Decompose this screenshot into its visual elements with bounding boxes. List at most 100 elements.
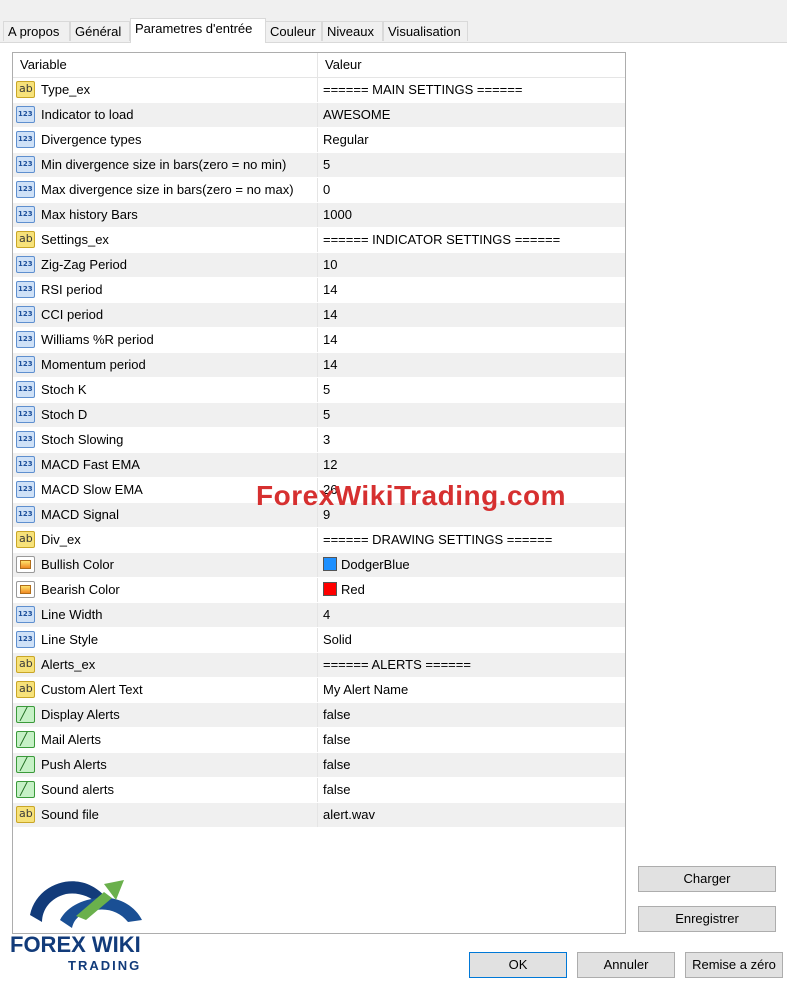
value-cell[interactable]: ====== ALERTS ====== xyxy=(323,653,623,677)
number-type-icon xyxy=(16,356,35,373)
value-text: Solid xyxy=(323,632,352,647)
variable-label: Sound alerts xyxy=(41,782,114,797)
value-cell[interactable]: Solid xyxy=(323,628,623,652)
value-cell[interactable]: false xyxy=(323,778,623,802)
table-row[interactable]: Stoch K 5 xyxy=(13,378,625,403)
value-cell[interactable]: 3 xyxy=(323,428,623,452)
string-type-icon xyxy=(16,656,35,673)
tab-strip: A propos Général Parametres d'entrée Cou… xyxy=(3,18,783,43)
table-row[interactable]: Max history Bars 1000 xyxy=(13,203,625,228)
value-text: false xyxy=(323,707,351,722)
table-row[interactable]: Push Alerts false xyxy=(13,753,625,778)
value-cell[interactable]: AWESOME xyxy=(323,103,623,127)
table-row[interactable]: RSI period 14 xyxy=(13,278,625,303)
value-cell[interactable]: 4 xyxy=(323,603,623,627)
value-cell[interactable]: 5 xyxy=(323,378,623,402)
tab-visualisation[interactable]: Visualisation xyxy=(383,21,468,41)
header-value[interactable]: Valeur xyxy=(318,53,625,77)
value-cell[interactable]: 14 xyxy=(323,328,623,352)
string-type-icon xyxy=(16,231,35,248)
table-row[interactable]: Max divergence size in bars(zero = no ma… xyxy=(13,178,625,203)
value-cell[interactable]: 5 xyxy=(323,153,623,177)
tab-general[interactable]: Général xyxy=(70,21,130,41)
load-button[interactable]: Charger xyxy=(638,866,776,892)
value-cell[interactable]: 0 xyxy=(323,178,623,202)
variable-cell: Stoch K xyxy=(13,378,318,402)
variable-cell: RSI period xyxy=(13,278,318,302)
table-row[interactable]: Type_ex ====== MAIN SETTINGS ====== xyxy=(13,78,625,103)
header-variable[interactable]: Variable xyxy=(13,53,318,77)
variable-cell: Stoch Slowing xyxy=(13,428,318,452)
tab-couleur[interactable]: Couleur xyxy=(265,21,322,41)
value-text: DodgerBlue xyxy=(341,557,410,572)
table-row[interactable]: Momentum period 14 xyxy=(13,353,625,378)
number-type-icon xyxy=(16,106,35,123)
table-row[interactable]: Min divergence size in bars(zero = no mi… xyxy=(13,153,625,178)
tab-niveaux[interactable]: Niveaux xyxy=(322,21,383,41)
value-cell[interactable]: 5 xyxy=(323,403,623,427)
value-cell[interactable]: 1000 xyxy=(323,203,623,227)
save-button[interactable]: Enregistrer xyxy=(638,906,776,932)
variable-label: Min divergence size in bars(zero = no mi… xyxy=(41,157,287,172)
value-cell[interactable]: 14 xyxy=(323,353,623,377)
table-row[interactable]: MACD Fast EMA 12 xyxy=(13,453,625,478)
reset-button[interactable]: Remise a zéro xyxy=(685,952,783,978)
forex-wiki-logo: FOREX WIKI TRADING xyxy=(10,870,150,975)
table-row[interactable]: Line Width 4 xyxy=(13,603,625,628)
value-cell[interactable]: 14 xyxy=(323,303,623,327)
table-row[interactable]: Stoch Slowing 3 xyxy=(13,428,625,453)
value-text: ====== DRAWING SETTINGS ====== xyxy=(323,532,553,547)
variable-cell: Bullish Color xyxy=(13,553,318,577)
value-cell[interactable]: ====== DRAWING SETTINGS ====== xyxy=(323,528,623,552)
table-row[interactable]: Line Style Solid xyxy=(13,628,625,653)
table-row[interactable]: Divergence types Regular xyxy=(13,128,625,153)
tab-parametres-entree[interactable]: Parametres d'entrée xyxy=(130,18,266,43)
table-row[interactable]: Mail Alerts false xyxy=(13,728,625,753)
value-cell[interactable]: false xyxy=(323,753,623,777)
value-cell[interactable]: alert.wav xyxy=(323,803,623,827)
value-text: Regular xyxy=(323,132,369,147)
table-row[interactable]: Settings_ex ====== INDICATOR SETTINGS ===… xyxy=(13,228,625,253)
value-cell[interactable]: My Alert Name xyxy=(323,678,623,702)
table-row[interactable]: CCI period 14 xyxy=(13,303,625,328)
value-cell[interactable]: ====== MAIN SETTINGS ====== xyxy=(323,78,623,102)
table-row[interactable]: Custom Alert Text My Alert Name xyxy=(13,678,625,703)
value-text: ====== MAIN SETTINGS ====== xyxy=(323,82,523,97)
number-type-icon xyxy=(16,631,35,648)
number-type-icon xyxy=(16,131,35,148)
table-row[interactable]: Bullish Color DodgerBlue xyxy=(13,553,625,578)
value-cell[interactable]: Regular xyxy=(323,128,623,152)
table-row[interactable]: Display Alerts false xyxy=(13,703,625,728)
variable-cell: Min divergence size in bars(zero = no mi… xyxy=(13,153,318,177)
table-row[interactable]: Alerts_ex ====== ALERTS ====== xyxy=(13,653,625,678)
value-cell[interactable]: 12 xyxy=(323,453,623,477)
ok-button[interactable]: OK xyxy=(469,952,567,978)
table-row[interactable]: Sound alerts false xyxy=(13,778,625,803)
value-cell[interactable]: 14 xyxy=(323,278,623,302)
table-row[interactable]: Indicator to load AWESOME xyxy=(13,103,625,128)
table-row[interactable]: Sound file alert.wav xyxy=(13,803,625,828)
table-row[interactable]: Bearish Color Red xyxy=(13,578,625,603)
value-cell[interactable]: 10 xyxy=(323,253,623,277)
value-text: ====== INDICATOR SETTINGS ====== xyxy=(323,232,561,247)
variable-label: Stoch Slowing xyxy=(41,432,124,447)
variable-label: RSI period xyxy=(41,282,103,297)
value-text: Red xyxy=(341,582,365,597)
value-text: AWESOME xyxy=(323,107,391,122)
tab-a-propos[interactable]: A propos xyxy=(3,21,70,41)
value-text: 14 xyxy=(323,332,338,347)
variable-label: MACD Signal xyxy=(41,507,120,522)
variable-cell: CCI period xyxy=(13,303,318,327)
table-row[interactable]: Williams %R period 14 xyxy=(13,328,625,353)
value-cell[interactable]: Red xyxy=(323,578,623,602)
value-cell[interactable]: ====== INDICATOR SETTINGS ====== xyxy=(323,228,623,252)
value-cell[interactable]: false xyxy=(323,703,623,727)
number-type-icon xyxy=(16,506,35,523)
value-cell[interactable]: false xyxy=(323,728,623,752)
value-cell[interactable]: DodgerBlue xyxy=(323,553,623,577)
variable-cell: Williams %R period xyxy=(13,328,318,352)
table-row[interactable]: Div_ex ====== DRAWING SETTINGS ====== xyxy=(13,528,625,553)
cancel-button[interactable]: Annuler xyxy=(577,952,675,978)
table-row[interactable]: Stoch D 5 xyxy=(13,403,625,428)
table-row[interactable]: Zig-Zag Period 10 xyxy=(13,253,625,278)
